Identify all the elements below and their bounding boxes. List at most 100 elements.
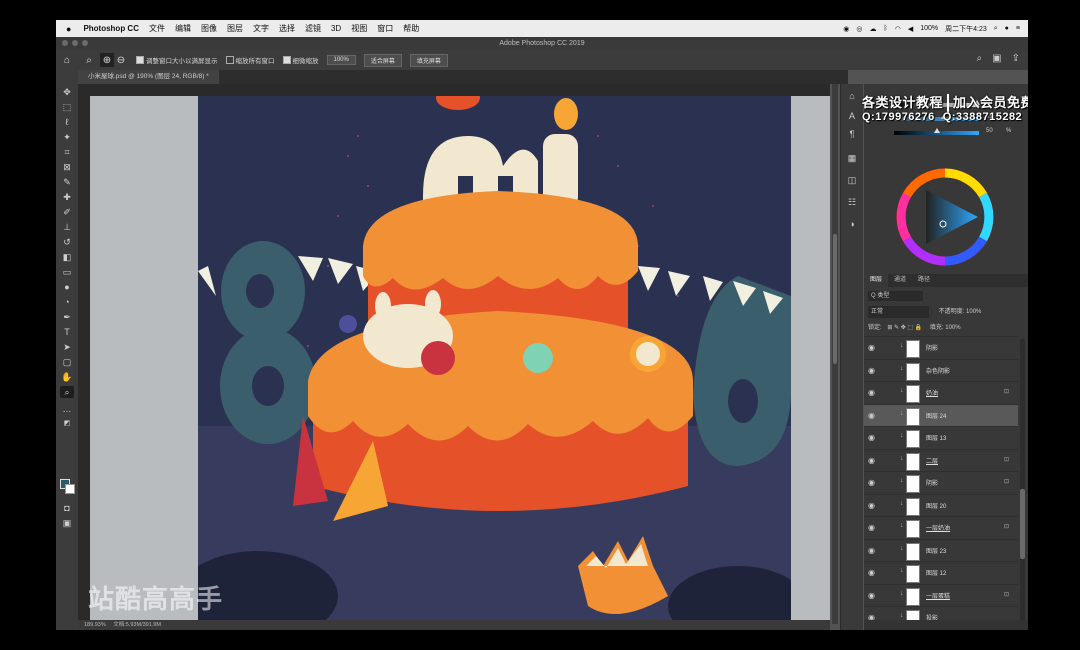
fill-screen-button[interactable]: 填充屏幕 <box>409 53 448 67</box>
layer-thumbnail[interactable] <box>906 340 920 358</box>
menu-select[interactable]: 选择 <box>279 23 295 34</box>
frame-tool-icon[interactable]: ⊠ <box>60 161 74 173</box>
path-select-icon[interactable]: ➤ <box>60 341 74 353</box>
layer-row[interactable]: ◉ ↓ 奶油 ⊡ <box>864 381 1018 404</box>
search-icon[interactable]: ⌕ <box>994 25 998 33</box>
lock-icons[interactable]: ⊞ ✎ ✥ ⬚ 🔒 <box>887 325 922 331</box>
layers-scrollbar[interactable] <box>1020 339 1025 624</box>
character-panel-icon[interactable]: A <box>846 110 858 122</box>
blur-tool-icon[interactable]: ● <box>60 281 74 293</box>
blend-mode-select[interactable]: 正常 <box>868 306 929 318</box>
layer-name[interactable]: 图层 23 <box>926 546 946 555</box>
menu-image[interactable]: 图像 <box>201 23 217 34</box>
scrubby-zoom-checkbox[interactable]: 细微缩放 <box>282 55 319 65</box>
clone-stamp-icon[interactable]: ⊥ <box>60 221 74 233</box>
eye-icon[interactable]: ◉ <box>868 568 875 577</box>
screen-mode-icon[interactable]: ▣ <box>60 517 74 529</box>
move-tool-icon[interactable]: ✥ <box>60 86 74 98</box>
layer-name[interactable]: 图层 24 <box>926 411 946 420</box>
hand-tool-icon[interactable]: ✋ <box>60 371 74 383</box>
zoom-tool-icon[interactable]: ⌕ <box>60 386 74 398</box>
eye-icon[interactable]: ◉ <box>868 433 875 442</box>
workspace-icon[interactable]: ▣ <box>992 53 1001 64</box>
menu-layer[interactable]: 图层 <box>227 23 243 34</box>
layer-row[interactable]: ◉ ↓ 一层奶油 ⊡ <box>864 516 1018 539</box>
opacity-value[interactable]: 100% <box>966 309 981 315</box>
bluetooth-icon[interactable]: ᛒ <box>884 25 888 32</box>
scroll-thumb[interactable] <box>833 234 837 364</box>
menu-view[interactable]: 视图 <box>351 23 367 34</box>
status-circle-icon[interactable]: ◉ <box>843 25 849 33</box>
zoom-out-icon[interactable]: ⊖ <box>114 53 128 67</box>
paragraph-panel-icon[interactable]: ¶ <box>846 128 858 140</box>
layer-name[interactable]: 杂色阴影 <box>926 366 950 375</box>
layer-name[interactable]: 二层 <box>926 456 938 465</box>
background-color-swatch[interactable] <box>65 484 75 494</box>
share-icon[interactable]: ⇪ <box>1012 53 1020 64</box>
clock[interactable]: 周二下午4:23 <box>945 24 987 34</box>
layer-filter-select[interactable]: Q 类型 <box>868 291 923 301</box>
layer-row[interactable]: ◉ ↓ 杂色阴影 <box>864 358 1018 382</box>
tab-channels[interactable]: 通道 <box>888 274 912 287</box>
layer-name[interactable]: 阴影 <box>926 478 938 487</box>
layer-row[interactable]: ◉ ↓ 图层 23 <box>864 538 1018 562</box>
layer-row[interactable]: ◉ ↓ 一层蛋糕 ⊡ <box>864 583 1018 607</box>
layer-row[interactable]: ◉ ↓ 二层 ⊡ <box>864 448 1018 472</box>
canvas-vertical-scrollbar[interactable] <box>832 84 838 624</box>
layer-thumbnail[interactable] <box>906 452 920 471</box>
wechat-icon[interactable]: ◎ <box>856 25 862 33</box>
layer-name[interactable]: 奶油 <box>926 388 938 397</box>
menu-filter[interactable]: 滤镜 <box>305 23 321 34</box>
eye-icon[interactable]: ◉ <box>868 343 875 352</box>
volume-icon[interactable]: ◀ <box>908 25 913 33</box>
rectangle-tool-icon[interactable]: ▢ <box>60 356 74 368</box>
libraries-panel-icon[interactable]: ◫ <box>846 174 858 186</box>
eye-icon[interactable]: ◉ <box>868 456 875 465</box>
eye-icon[interactable]: ◉ <box>868 388 875 397</box>
layer-name[interactable]: 一层蛋糕 <box>926 591 950 600</box>
color-slider-3[interactable]: 50 % <box>894 128 1014 138</box>
type-tool-icon[interactable]: T <box>60 326 74 338</box>
layer-thumbnail[interactable] <box>906 497 920 516</box>
layer-row[interactable]: ◉ ↓ 图层 24 <box>864 403 1018 427</box>
layer-thumbnail[interactable] <box>906 587 920 606</box>
magic-wand-icon[interactable]: ✦ <box>60 131 74 143</box>
eye-icon[interactable]: ◉ <box>868 523 875 532</box>
menu-help[interactable]: 帮助 <box>403 23 419 34</box>
slider-knob[interactable] <box>934 128 940 133</box>
layer-name[interactable]: 图层 12 <box>926 568 946 577</box>
lasso-tool-icon[interactable]: ℓ <box>60 116 74 128</box>
marquee-tool-icon[interactable]: ⬚ <box>60 101 74 113</box>
layer-thumbnail[interactable] <box>906 407 920 426</box>
wifi-icon[interactable]: ◠ <box>895 25 901 33</box>
fill-value[interactable]: 100% <box>945 325 960 331</box>
eye-icon[interactable]: ◉ <box>868 501 875 510</box>
zoom-in-icon[interactable]: ⊕ <box>100 53 114 67</box>
default-colors-icon[interactable]: ◩ <box>60 418 74 430</box>
brush-tool-icon[interactable]: ✐ <box>60 206 74 218</box>
menu-file[interactable]: 文件 <box>149 23 165 34</box>
pen-tool-icon[interactable]: ✒ <box>60 311 74 323</box>
color-wheel[interactable] <box>896 168 994 266</box>
zoom-level[interactable]: 189.93% <box>84 622 106 628</box>
layer-thumbnail[interactable] <box>906 385 920 403</box>
layer-row[interactable]: ◉ ↓ 图层 12 <box>864 561 1018 584</box>
search-icon[interactable]: ⌕ <box>977 53 983 64</box>
menu-window[interactable]: 窗口 <box>377 23 393 34</box>
properties-panel-icon[interactable]: ☷ <box>846 196 858 208</box>
scroll-thumb[interactable] <box>1020 489 1025 559</box>
history-panel-icon[interactable]: ⌂ <box>846 90 858 102</box>
menu-app-name[interactable]: Photoshop CC <box>83 24 139 33</box>
layer-name[interactable]: 一层奶油 <box>926 523 950 532</box>
layer-name[interactable]: 图层 20 <box>926 501 946 510</box>
notification-icon[interactable]: ≡ <box>1016 25 1020 32</box>
menu-type[interactable]: 文字 <box>253 23 269 34</box>
eyedropper-icon[interactable]: ✎ <box>60 176 74 188</box>
eraser-tool-icon[interactable]: ◧ <box>60 251 74 263</box>
healing-brush-icon[interactable]: ✚ <box>60 191 74 203</box>
layer-thumbnail[interactable] <box>906 430 920 448</box>
eye-icon[interactable]: ◉ <box>868 411 875 420</box>
layer-name[interactable]: 阴影 <box>926 343 938 352</box>
more-tools-icon[interactable]: … <box>60 403 74 415</box>
apple-icon[interactable]: ● <box>66 24 71 34</box>
